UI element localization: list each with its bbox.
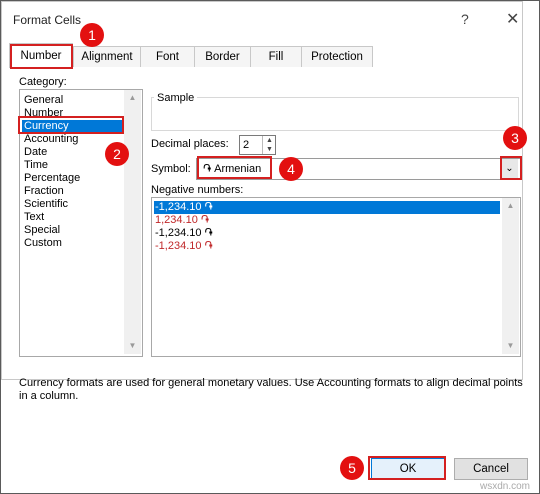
negative-format-item[interactable]: -1,234.10 ֏	[154, 227, 213, 240]
highlight-number-tab	[10, 44, 73, 69]
dialog-title: Format Cells	[13, 13, 82, 27]
negative-format-item[interactable]: 1,234.10 ֏	[154, 214, 209, 227]
scroll-up-icon[interactable]: ▲	[502, 201, 519, 210]
scroll-down-icon[interactable]: ▼	[502, 341, 519, 350]
highlight-symbol-value	[197, 156, 272, 179]
sample-label: Sample	[154, 92, 198, 104]
scroll-up-icon[interactable]: ▲	[124, 93, 141, 102]
tab-alignment[interactable]: Alignment	[73, 46, 141, 67]
step-badge-3: 3	[503, 126, 527, 150]
format-description: Currency formats are used for general mo…	[19, 377, 523, 402]
negative-numbers-listbox[interactable]: -1,234.10 ֏ 1,234.10 ֏ -1,234.10 ֏ -1,23…	[151, 197, 521, 357]
category-item-date[interactable]: Date	[24, 146, 47, 159]
category-item-custom[interactable]: Custom	[24, 237, 62, 250]
category-label: Category:	[19, 76, 67, 88]
negative-numbers-label: Negative numbers:	[151, 184, 244, 196]
format-cells-dialog: Format Cells ? ✕ Number Alignment Font B…	[0, 0, 540, 494]
tab-fill[interactable]: Fill	[250, 46, 302, 67]
decimal-places-input[interactable]: 2 ▲ ▼	[239, 135, 276, 155]
highlight-currency-item	[18, 116, 124, 134]
decimal-places-value: 2	[243, 139, 250, 151]
watermark: wsxdn.com	[480, 481, 531, 492]
category-item-special[interactable]: Special	[24, 224, 60, 237]
tab-font[interactable]: Font	[140, 46, 195, 67]
step-badge-2: 2	[105, 142, 129, 166]
category-item-text[interactable]: Text	[24, 211, 44, 224]
cancel-button[interactable]: Cancel	[454, 458, 528, 480]
highlight-ok-button	[368, 456, 446, 480]
sample-box	[151, 97, 519, 131]
symbol-label: Symbol:	[151, 163, 191, 175]
highlight-symbol-dropdown	[500, 156, 522, 180]
category-item-percentage[interactable]: Percentage	[24, 172, 80, 185]
negative-format-item[interactable]: -1,234.10 ֏	[154, 201, 500, 214]
decimal-places-spinner[interactable]: ▲ ▼	[262, 136, 276, 154]
category-item-general[interactable]: General	[24, 94, 63, 107]
category-item-scientific[interactable]: Scientific	[24, 198, 68, 211]
category-item-time[interactable]: Time	[24, 159, 48, 172]
negative-format-item[interactable]: -1,234.10 ֏	[154, 240, 213, 253]
tab-border[interactable]: Border	[194, 46, 251, 67]
category-item-accounting[interactable]: Accounting	[24, 133, 78, 146]
tab-protection[interactable]: Protection	[301, 46, 373, 67]
decimal-places-label: Decimal places:	[151, 138, 229, 150]
category-scrollbar[interactable]: ▲ ▼	[124, 90, 141, 354]
close-icon[interactable]: ✕	[506, 9, 519, 29]
step-badge-4: 4	[279, 157, 303, 181]
category-item-fraction[interactable]: Fraction	[24, 185, 64, 198]
scroll-down-icon[interactable]: ▼	[124, 341, 141, 350]
step-badge-1: 1	[80, 23, 104, 47]
step-badge-5: 5	[340, 456, 364, 480]
help-icon[interactable]: ?	[461, 11, 469, 27]
negative-numbers-scrollbar[interactable]: ▲ ▼	[502, 198, 519, 354]
